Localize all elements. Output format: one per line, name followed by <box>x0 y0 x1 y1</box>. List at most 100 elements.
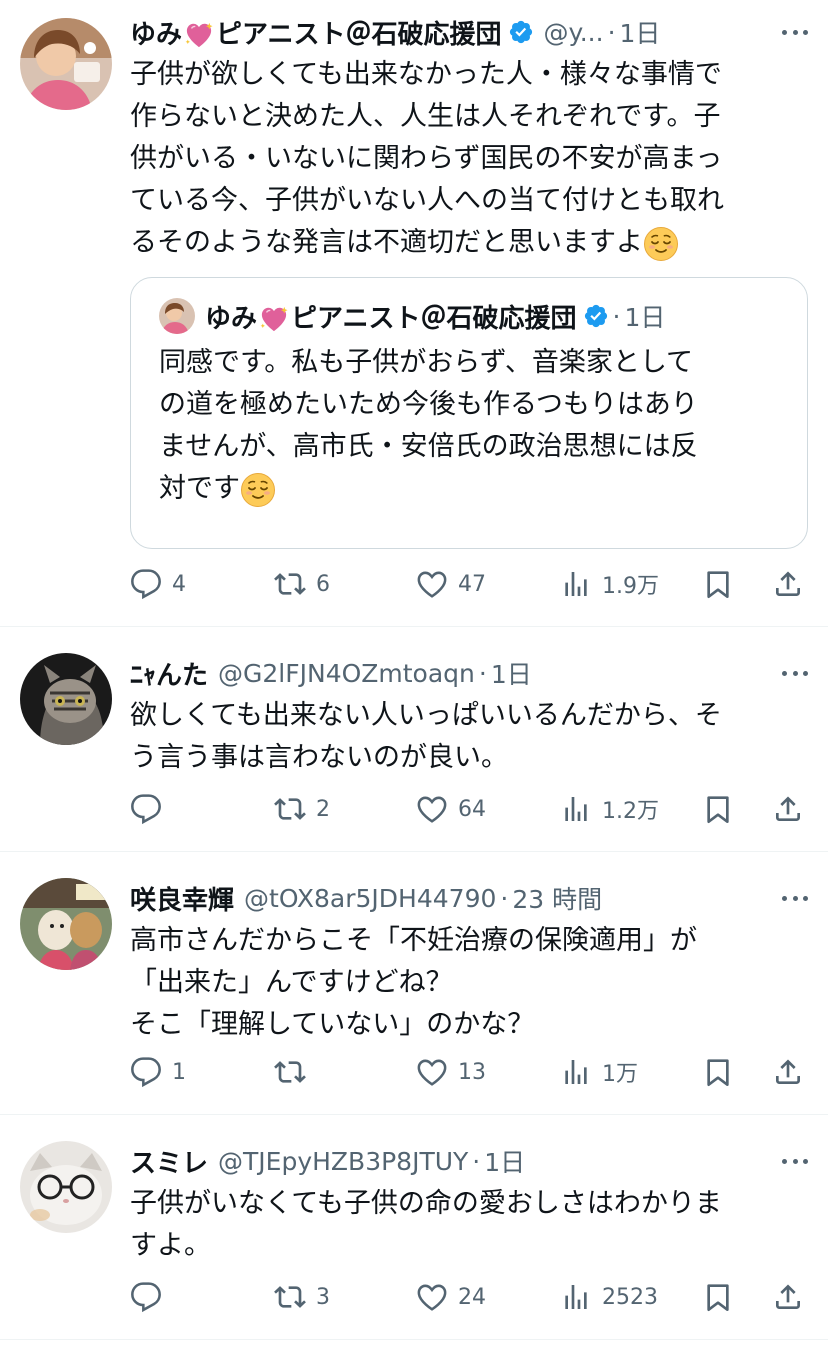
retweet-button[interactable] <box>274 1052 316 1092</box>
share-icon <box>772 793 804 825</box>
bookmark-icon <box>702 568 734 600</box>
quote-author-name: ゆみ ピアニスト＠石破応援団 <box>205 298 577 335</box>
views-button[interactable]: 2523 <box>560 1277 658 1317</box>
reply-button[interactable]: 1 <box>130 1052 186 1092</box>
reply-count: 4 <box>172 571 186 597</box>
reply-icon <box>130 568 162 600</box>
author-name[interactable]: ﾆｬんた <box>130 655 208 692</box>
tweet-1[interactable]: ゆみ ピアニスト＠石破応援団 @y... · 1日 子供が欲しくても出来なかった人… <box>0 0 828 627</box>
like-icon <box>416 568 448 600</box>
timestamp[interactable]: 23 時間 <box>512 880 602 916</box>
author-name[interactable]: 咲良幸輝 <box>130 880 234 917</box>
tweet-4[interactable]: スミレ @TJEpyHZB3P8JTUY · 1日 子供がいなくても子供の命の愛… <box>0 1115 828 1340</box>
reply-button[interactable] <box>130 1277 172 1317</box>
like-button[interactable]: 47 <box>416 564 486 604</box>
tweet-3[interactable]: 咲良幸輝 @tOX8ar5JDH44790 · 23 時間 高市さんだからこそ「… <box>0 852 828 1115</box>
share-icon <box>772 1056 804 1088</box>
bookmark-button[interactable] <box>702 789 734 829</box>
reply-icon <box>130 1056 162 1088</box>
views-count: 1.2万 <box>602 799 659 824</box>
separator-dot: · <box>612 301 621 331</box>
quote-author-name-suffix: ピアニスト＠石破応援団 <box>291 303 577 334</box>
retweet-count: 2 <box>316 796 330 822</box>
like-icon <box>416 793 448 825</box>
reply-button[interactable] <box>130 789 172 829</box>
retweet-icon <box>274 1281 306 1313</box>
author-name[interactable]: スミレ <box>130 1143 208 1180</box>
like-button[interactable]: 13 <box>416 1052 486 1092</box>
retweet-count: 6 <box>316 571 330 597</box>
action-bar: 4 6 47 1.9万 <box>130 564 808 604</box>
like-count: 24 <box>458 1284 486 1310</box>
more-icon[interactable] <box>782 669 808 677</box>
separator-dot: · <box>472 1146 481 1176</box>
quote-author-name-text: ゆみ <box>205 303 258 334</box>
reply-icon <box>130 793 162 825</box>
more-icon[interactable] <box>782 894 808 902</box>
share-button[interactable] <box>772 789 804 829</box>
like-button[interactable]: 64 <box>416 789 486 829</box>
views-icon <box>560 1281 592 1313</box>
views-button[interactable]: 1万 <box>560 1052 638 1092</box>
like-count: 13 <box>458 1059 486 1085</box>
bookmark-button[interactable] <box>702 1052 734 1092</box>
retweet-icon <box>274 568 306 600</box>
tweet-text-body: 子供が欲しくても出来なかった人・様々な事情で 作らないと決めた人、人生は人それぞ… <box>130 59 724 258</box>
avatar[interactable] <box>20 18 112 110</box>
more-icon[interactable] <box>782 1157 808 1165</box>
avatar[interactable] <box>20 1141 112 1233</box>
reply-icon <box>130 1281 162 1313</box>
avatar[interactable] <box>20 653 112 745</box>
separator-dot: · <box>478 658 487 688</box>
like-icon <box>416 1056 448 1088</box>
bookmark-button[interactable] <box>702 564 734 604</box>
retweet-icon <box>274 793 306 825</box>
author-handle[interactable]: @G2lFJN4OZmtoaqn <box>218 659 475 688</box>
share-icon <box>772 568 804 600</box>
author-handle[interactable]: @y... <box>544 18 604 47</box>
share-button[interactable] <box>772 1277 804 1317</box>
author-handle[interactable]: @TJEpyHZB3P8JTUY <box>218 1147 468 1176</box>
views-count: 1万 <box>602 1062 638 1087</box>
tweet-text: 欲しくても出来ない人いっぱいいるんだから、そ う言う事は言わないのが良い。 <box>130 700 722 773</box>
bookmark-button[interactable] <box>702 1277 734 1317</box>
separator-dot: · <box>500 883 509 913</box>
tweet-text: 子供が欲しくても出来なかった人・様々な事情で 作らないと決めた人、人生は人それぞ… <box>130 54 808 264</box>
views-button[interactable]: 1.2万 <box>560 789 659 829</box>
reply-button[interactable]: 4 <box>130 564 186 604</box>
views-icon <box>560 793 592 825</box>
timestamp[interactable]: 1日 <box>491 655 532 691</box>
share-icon <box>772 1281 804 1313</box>
views-count: 2523 <box>602 1284 658 1310</box>
author-name-suffix: ピアニスト＠石破応援団 <box>216 19 502 50</box>
sparkling-heart-emoji <box>184 21 214 49</box>
quote-avatar <box>159 298 195 334</box>
avatar[interactable] <box>20 878 112 970</box>
like-count: 64 <box>458 796 486 822</box>
share-button[interactable] <box>772 564 804 604</box>
author-handle[interactable]: @tOX8ar5JDH44790 <box>244 884 496 913</box>
quoted-tweet[interactable]: ゆみ ピアニスト＠石破応援団 · 1日 同感です。私も子供がおらず、音楽家として … <box>130 277 808 549</box>
retweet-count: 3 <box>316 1284 330 1310</box>
quote-timestamp: 1日 <box>624 303 666 332</box>
more-icon[interactable] <box>782 28 808 36</box>
timestamp[interactable]: 1日 <box>484 1143 525 1179</box>
like-button[interactable]: 24 <box>416 1277 486 1317</box>
action-bar: 3 24 2523 <box>130 1277 808 1317</box>
action-bar: 1 13 1万 <box>130 1052 808 1092</box>
share-button[interactable] <box>772 1052 804 1092</box>
tweet-2[interactable]: ﾆｬんた @G2lFJN4OZmtoaqn · 1日 欲しくても出来ない人いっぱ… <box>0 627 828 852</box>
separator-dot: · <box>607 17 616 47</box>
bookmark-icon <box>702 1281 734 1313</box>
views-button[interactable]: 1.9万 <box>560 564 659 604</box>
retweet-button[interactable]: 2 <box>274 789 330 829</box>
retweet-button[interactable]: 3 <box>274 1277 330 1317</box>
relieved-face-emoji <box>643 226 679 262</box>
author-name[interactable]: ゆみ ピアニスト＠石破応援団 <box>130 14 502 51</box>
author-name-text: ゆみ <box>130 19 183 50</box>
timestamp[interactable]: 1日 <box>620 14 661 50</box>
like-icon <box>416 1281 448 1313</box>
views-icon <box>560 568 592 600</box>
retweet-button[interactable]: 6 <box>274 564 330 604</box>
action-bar: 2 64 1.2万 <box>130 789 808 829</box>
